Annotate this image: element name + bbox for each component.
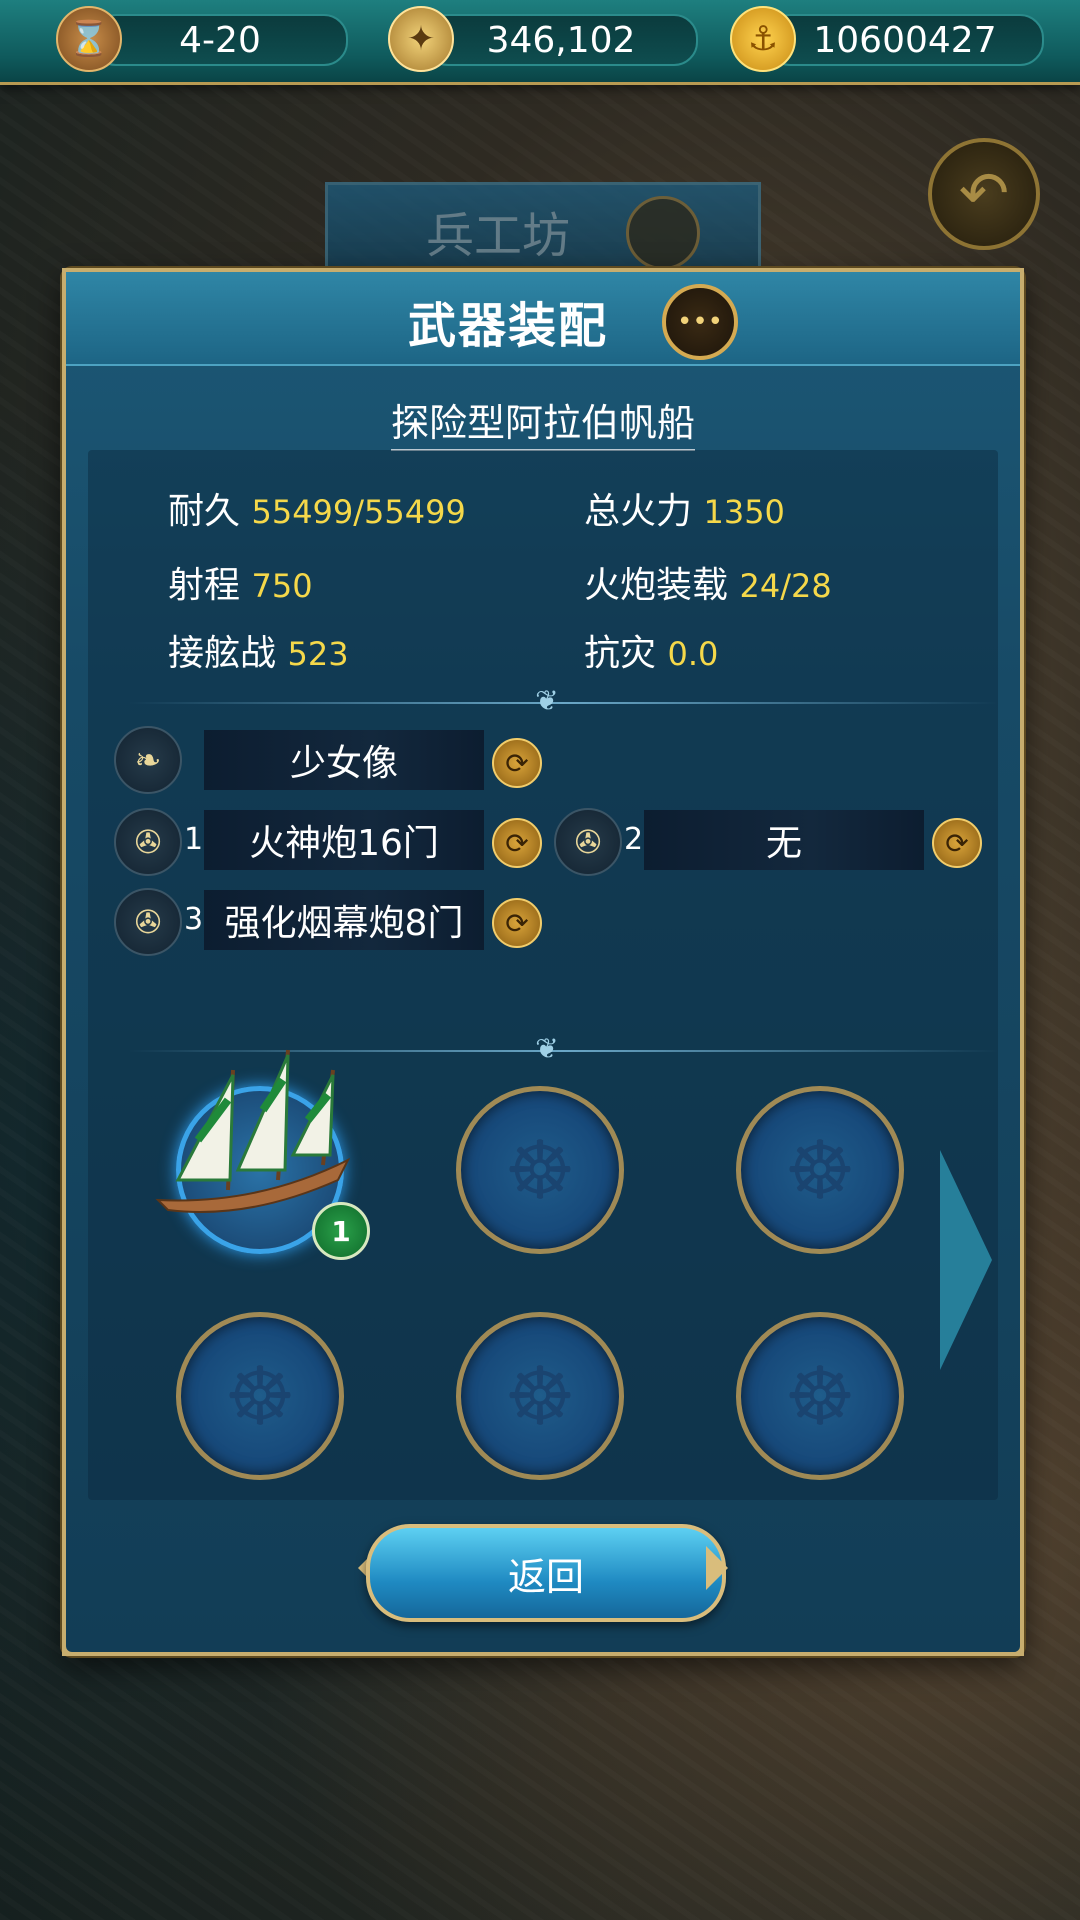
ship-wheel-icon: ☸ [784,1123,856,1217]
swap-cannon-2-button[interactable]: ⟳ [932,818,982,868]
cannon-slot-value: 火神炮16门 [249,823,439,864]
hourglass-icon: ⌛ [56,6,122,72]
next-page-arrow-icon[interactable] [940,1150,992,1370]
panel-corner [62,268,101,307]
back-arrow-icon: ↶ [958,159,1010,229]
ship-name: 探险型阿拉伯帆船 [66,392,1020,451]
ship-wheel-icon: ☸ [504,1123,576,1217]
stat-label: 火炮装载 [584,565,729,606]
empty-fleet-slot[interactable]: ☸ [456,1086,624,1254]
figurehead-slot[interactable]: 少女像 [204,730,484,790]
ship-wheel-icon: ☸ [784,1349,856,1443]
cannon-slot-number: 1 [184,822,204,857]
stat-durability: 耐久 55499/55499 [168,482,466,534]
cannon-icon: ✇ [554,808,622,876]
arsenal-chat-icon [626,196,700,270]
stat-value: 523 [287,635,349,673]
compass-icon: ✦ [388,6,454,72]
resource-bar: ⌛ 4-20 ✦ 346,102 ⚓ 10600427 [0,0,1080,85]
figurehead-wing-icon: ❧ [114,726,182,794]
arsenal-title-text: 兵工坊 [425,208,570,264]
stat-label: 总火力 [584,491,693,532]
fleet-slot-badge: 1 [312,1202,370,1260]
reputation-display: 346,102 [424,14,698,66]
ship-name-text: 探险型阿拉伯帆船 [390,401,695,451]
stats-box: 耐久 55499/55499 总火力 1350 射程 750 火炮装载 24/2… [88,450,998,1500]
stat-range: 射程 750 [168,556,313,608]
stat-label: 耐久 [168,491,241,532]
fleet-slot-badge-number: 1 [331,1214,351,1248]
return-button[interactable]: 返回 [366,1524,726,1622]
cannon-slot-2[interactable]: 无 [644,810,924,870]
divider [128,702,998,704]
stat-label: 接舷战 [168,633,277,674]
cannon-slot-number: 2 [624,822,644,857]
figurehead-value: 少女像 [289,743,398,784]
stat-value: 24/28 [739,567,832,605]
stat-boarding: 接舷战 523 [168,624,349,676]
panel-corner [62,1617,101,1656]
cannon-slot-1[interactable]: 火神炮16门 [204,810,484,870]
panel-title-text: 武器装配 [407,298,608,354]
reputation-value: 346,102 [486,19,636,61]
stat-disaster-resist: 抗灾 0.0 [584,624,718,676]
cannon-icon: ✇ [114,888,182,956]
cannon-slot-number: 3 [184,902,204,937]
weapon-equip-panel: 武器装配 ••• 探险型阿拉伯帆船 耐久 55499/55499 总火力 135… [62,268,1024,1656]
arabian-sailship-icon [155,1049,351,1213]
empty-fleet-slot[interactable]: ☸ [736,1312,904,1480]
stat-value: 750 [251,567,313,605]
empty-fleet-slot[interactable]: ☸ [736,1086,904,1254]
cannon-icon: ✇ [114,808,182,876]
stat-cannon-load: 火炮装载 24/28 [584,556,832,608]
cannon-slot-value: 强化烟幕炮8门 [224,903,464,944]
button-ornament [706,1546,728,1590]
panel-title: 武器装配 [66,286,1020,356]
anchor-coin-icon: ⚓ [730,6,796,72]
date-value: 4-20 [179,19,261,61]
ship-wheel-icon: ☸ [504,1349,576,1443]
divider-ornament-icon: ❦ [535,684,559,717]
divider-ornament-icon: ❦ [535,1032,559,1065]
stat-value: 55499/55499 [251,493,466,531]
panel-header: 武器装配 ••• [66,272,1020,366]
empty-fleet-slot[interactable]: ☸ [176,1312,344,1480]
stat-value: 1350 [703,493,785,531]
panel-corner [985,1617,1024,1656]
swap-cannon-3-button[interactable]: ⟳ [492,898,542,948]
stat-label: 射程 [168,565,241,606]
gold-value: 10600427 [813,19,997,61]
stat-firepower: 总火力 1350 [584,482,785,534]
swap-figurehead-button[interactable]: ⟳ [492,738,542,788]
stat-value: 0.0 [667,635,719,673]
cannon-slot-value: 无 [765,823,802,864]
empty-fleet-slot[interactable]: ☸ [456,1312,624,1480]
panel-corner [985,268,1024,307]
swap-cannon-1-button[interactable]: ⟳ [492,818,542,868]
gold-display: 10600427 [766,14,1044,66]
ship-wheel-icon: ☸ [224,1349,296,1443]
chat-bubble-icon[interactable]: ••• [662,284,738,360]
stat-label: 抗灾 [584,633,657,674]
cannon-slot-3[interactable]: 强化烟幕炮8门 [204,890,484,950]
return-button-label: 返回 [507,1554,584,1599]
back-arrow-button[interactable]: ↶ [928,138,1040,250]
date-display: 4-20 [92,14,348,66]
